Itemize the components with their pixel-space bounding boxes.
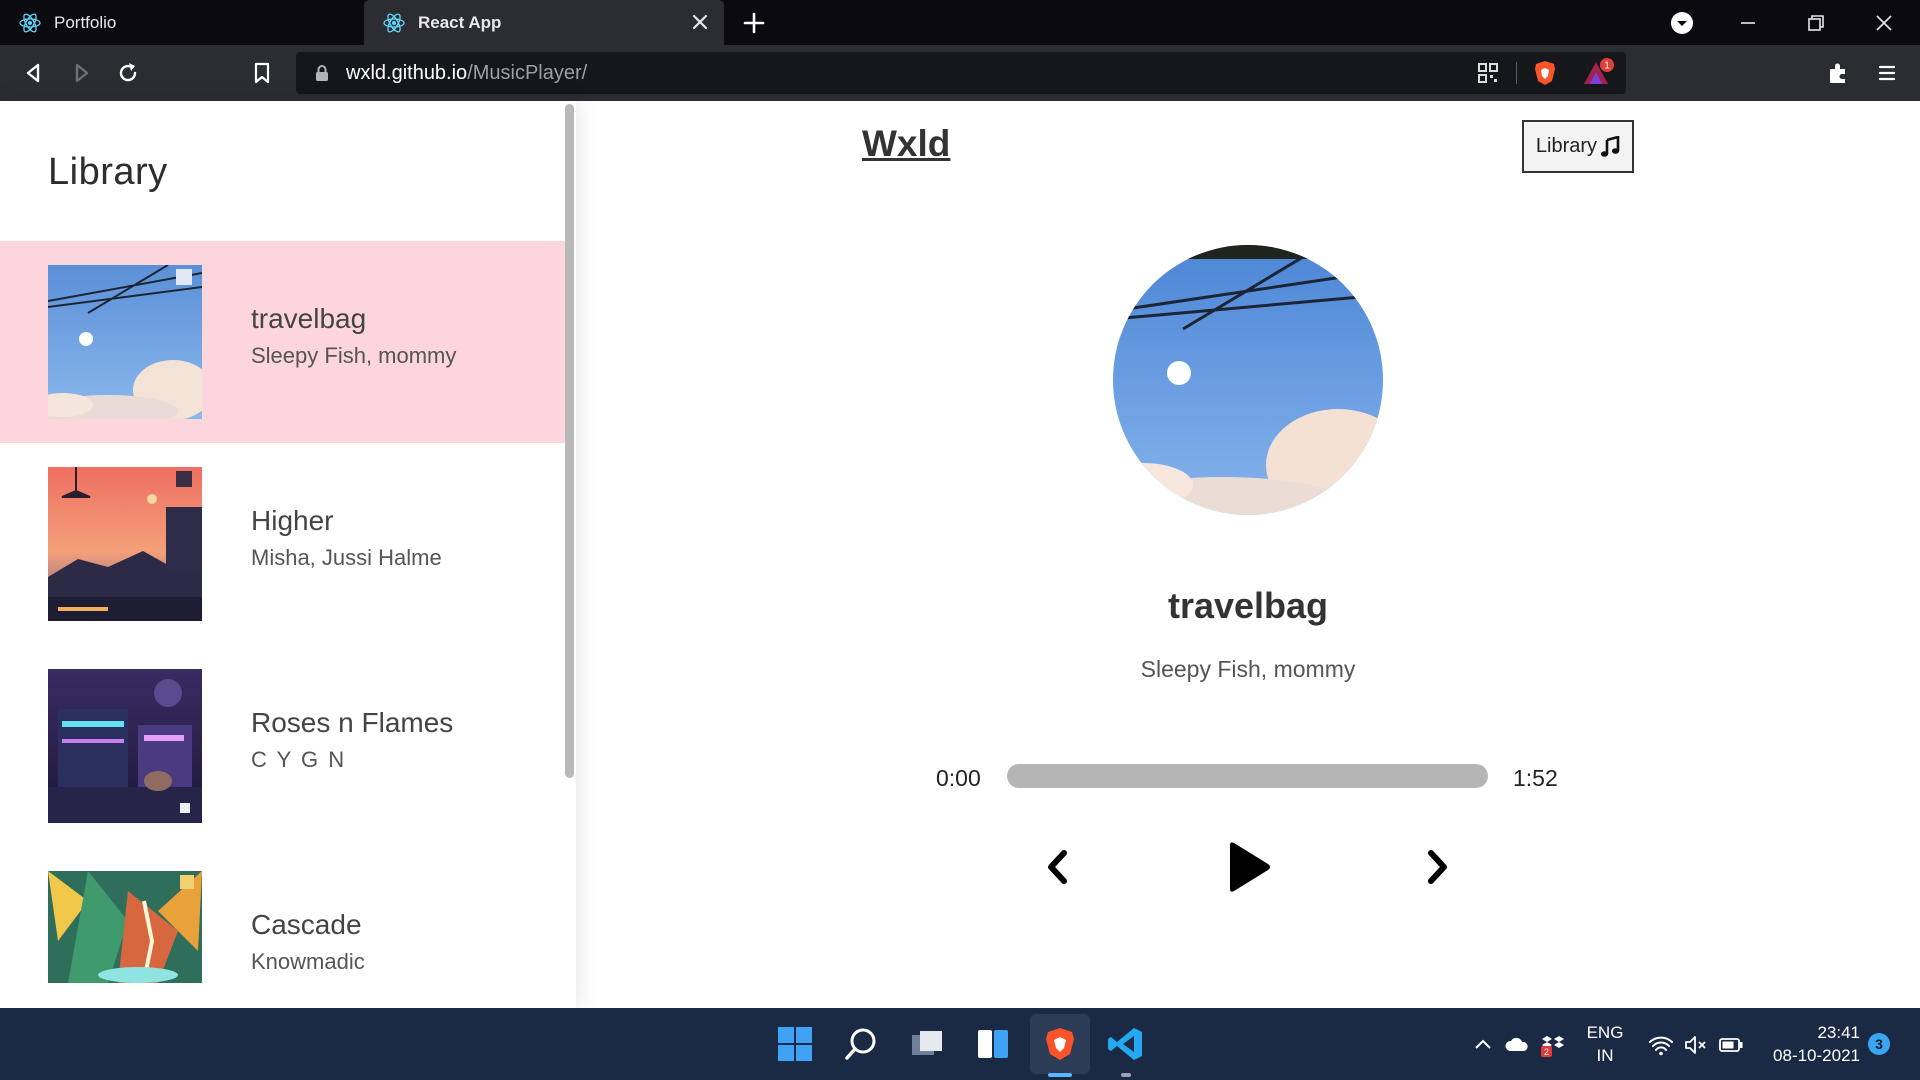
song-name: Cascade <box>251 909 362 940</box>
close-icon[interactable] <box>688 10 712 34</box>
song-name: Higher <box>251 505 334 536</box>
back-icon[interactable] <box>20 59 48 87</box>
song-artist: Knowmadic <box>251 949 365 974</box>
tab-title: Portfolio <box>54 12 117 32</box>
library-toggle-button[interactable]: Library <box>1522 120 1634 173</box>
close-window-icon[interactable] <box>1869 8 1899 38</box>
brave-shield-icon[interactable] <box>1532 59 1558 87</box>
divider <box>1516 62 1517 84</box>
browser-toolbar: wxld.github.io/MusicPlayer/ 1 <box>0 45 1920 101</box>
task-view-icon[interactable] <box>908 1025 946 1063</box>
bookmark-icon[interactable] <box>248 59 276 87</box>
album-cover <box>48 871 202 983</box>
chevron-up-icon[interactable] <box>1470 1032 1496 1058</box>
notification-badge[interactable]: 3 <box>1868 1033 1890 1055</box>
lock-icon <box>316 65 328 81</box>
tab-portfolio[interactable]: Portfolio <box>0 0 364 45</box>
cloud-icon[interactable] <box>1504 1032 1530 1058</box>
running-indicator <box>1121 1073 1131 1077</box>
play-icon[interactable] <box>1224 840 1272 894</box>
plus-icon[interactable] <box>740 9 768 37</box>
tab-react-app[interactable]: React App <box>364 0 724 45</box>
clock-date: 08-10-2021 <box>1773 1046 1860 1065</box>
vscode-icon[interactable] <box>1107 1025 1145 1063</box>
library-button-label: Library <box>1535 135 1598 157</box>
widgets-icon[interactable] <box>974 1025 1012 1063</box>
language-line2: IN <box>1596 1046 1614 1065</box>
library-song[interactable]: Higher Misha, Jussi Halme <box>0 443 566 645</box>
dropdown-icon[interactable] <box>1667 8 1697 38</box>
menu-icon[interactable] <box>1873 59 1901 87</box>
seek-bar[interactable] <box>1007 764 1488 788</box>
clock-time: 23:41 <box>1817 1023 1860 1042</box>
react-icon <box>19 12 41 33</box>
library-sidebar: Library travelbag Sleepy Fish, mommy Hig… <box>0 101 576 1008</box>
brave-icon[interactable] <box>1041 1025 1079 1063</box>
qr-icon[interactable] <box>1476 61 1500 85</box>
album-cover <box>48 265 202 419</box>
library-title: Library <box>48 151 168 193</box>
tab-strip: Portfolio React App <box>0 0 1920 45</box>
brave-rewards-icon[interactable]: 1 <box>1580 56 1614 88</box>
album-art <box>1113 245 1383 515</box>
album-cover <box>48 467 202 621</box>
clock[interactable]: 23:41 08-10-2021 <box>1766 1021 1860 1067</box>
tab-title: React App <box>418 12 502 32</box>
language-indicator[interactable]: ENG IN <box>1580 1021 1630 1067</box>
library-song[interactable]: Roses n Flames C Y G N <box>0 645 566 847</box>
song-artist: Misha, Jussi Halme <box>251 545 442 570</box>
taskbar: 2 ENG IN 23:41 08-10-2021 3 <box>0 1008 1920 1080</box>
current-song-artist: Sleepy Fish, mommy <box>1140 656 1356 682</box>
music-note-icon <box>1600 135 1620 157</box>
react-icon <box>383 12 405 33</box>
reload-icon[interactable] <box>114 59 142 87</box>
current-song-title: travelbag <box>1167 585 1329 626</box>
song-name: Roses n Flames <box>251 707 454 738</box>
rewards-badge: 1 <box>1604 61 1610 72</box>
dropbox-icon[interactable]: 2 <box>1540 1032 1566 1058</box>
sidebar-scrollbar[interactable] <box>565 104 574 778</box>
forward-icon[interactable] <box>67 59 95 87</box>
prev-icon[interactable] <box>1041 848 1075 886</box>
language-line1: ENG <box>1586 1023 1624 1042</box>
dropbox-badge: 2 <box>1544 1047 1549 1057</box>
address-bar[interactable]: wxld.github.io/MusicPlayer/ 1 <box>296 52 1626 94</box>
library-song[interactable]: travelbag Sleepy Fish, mommy <box>0 241 566 443</box>
url-text: wxld.github.io/MusicPlayer/ <box>346 52 587 94</box>
running-indicator <box>1048 1073 1072 1077</box>
restore-icon[interactable] <box>1801 8 1831 38</box>
album-cover <box>48 669 202 823</box>
search-icon[interactable] <box>842 1025 880 1063</box>
library-song[interactable]: Cascade Knowmadic <box>0 847 566 1008</box>
windows-start-icon[interactable] <box>776 1025 814 1063</box>
battery-icon[interactable] <box>1718 1032 1744 1058</box>
url-host: wxld.github.io <box>346 62 468 84</box>
wifi-icon[interactable] <box>1648 1032 1674 1058</box>
next-icon[interactable] <box>1420 848 1454 886</box>
current-time: 0:00 <box>936 765 981 791</box>
song-artist: Sleepy Fish, mommy <box>251 343 457 368</box>
song-name: travelbag <box>251 303 367 334</box>
total-time: 1:52 <box>1513 765 1558 791</box>
extensions-icon[interactable] <box>1824 59 1852 87</box>
minimize-icon[interactable] <box>1733 8 1763 38</box>
url-path: /MusicPlayer/ <box>467 62 588 84</box>
site-logo[interactable]: Wxld <box>862 123 950 165</box>
mute-icon[interactable] <box>1683 1032 1709 1058</box>
song-artist: C Y G N <box>251 747 347 772</box>
